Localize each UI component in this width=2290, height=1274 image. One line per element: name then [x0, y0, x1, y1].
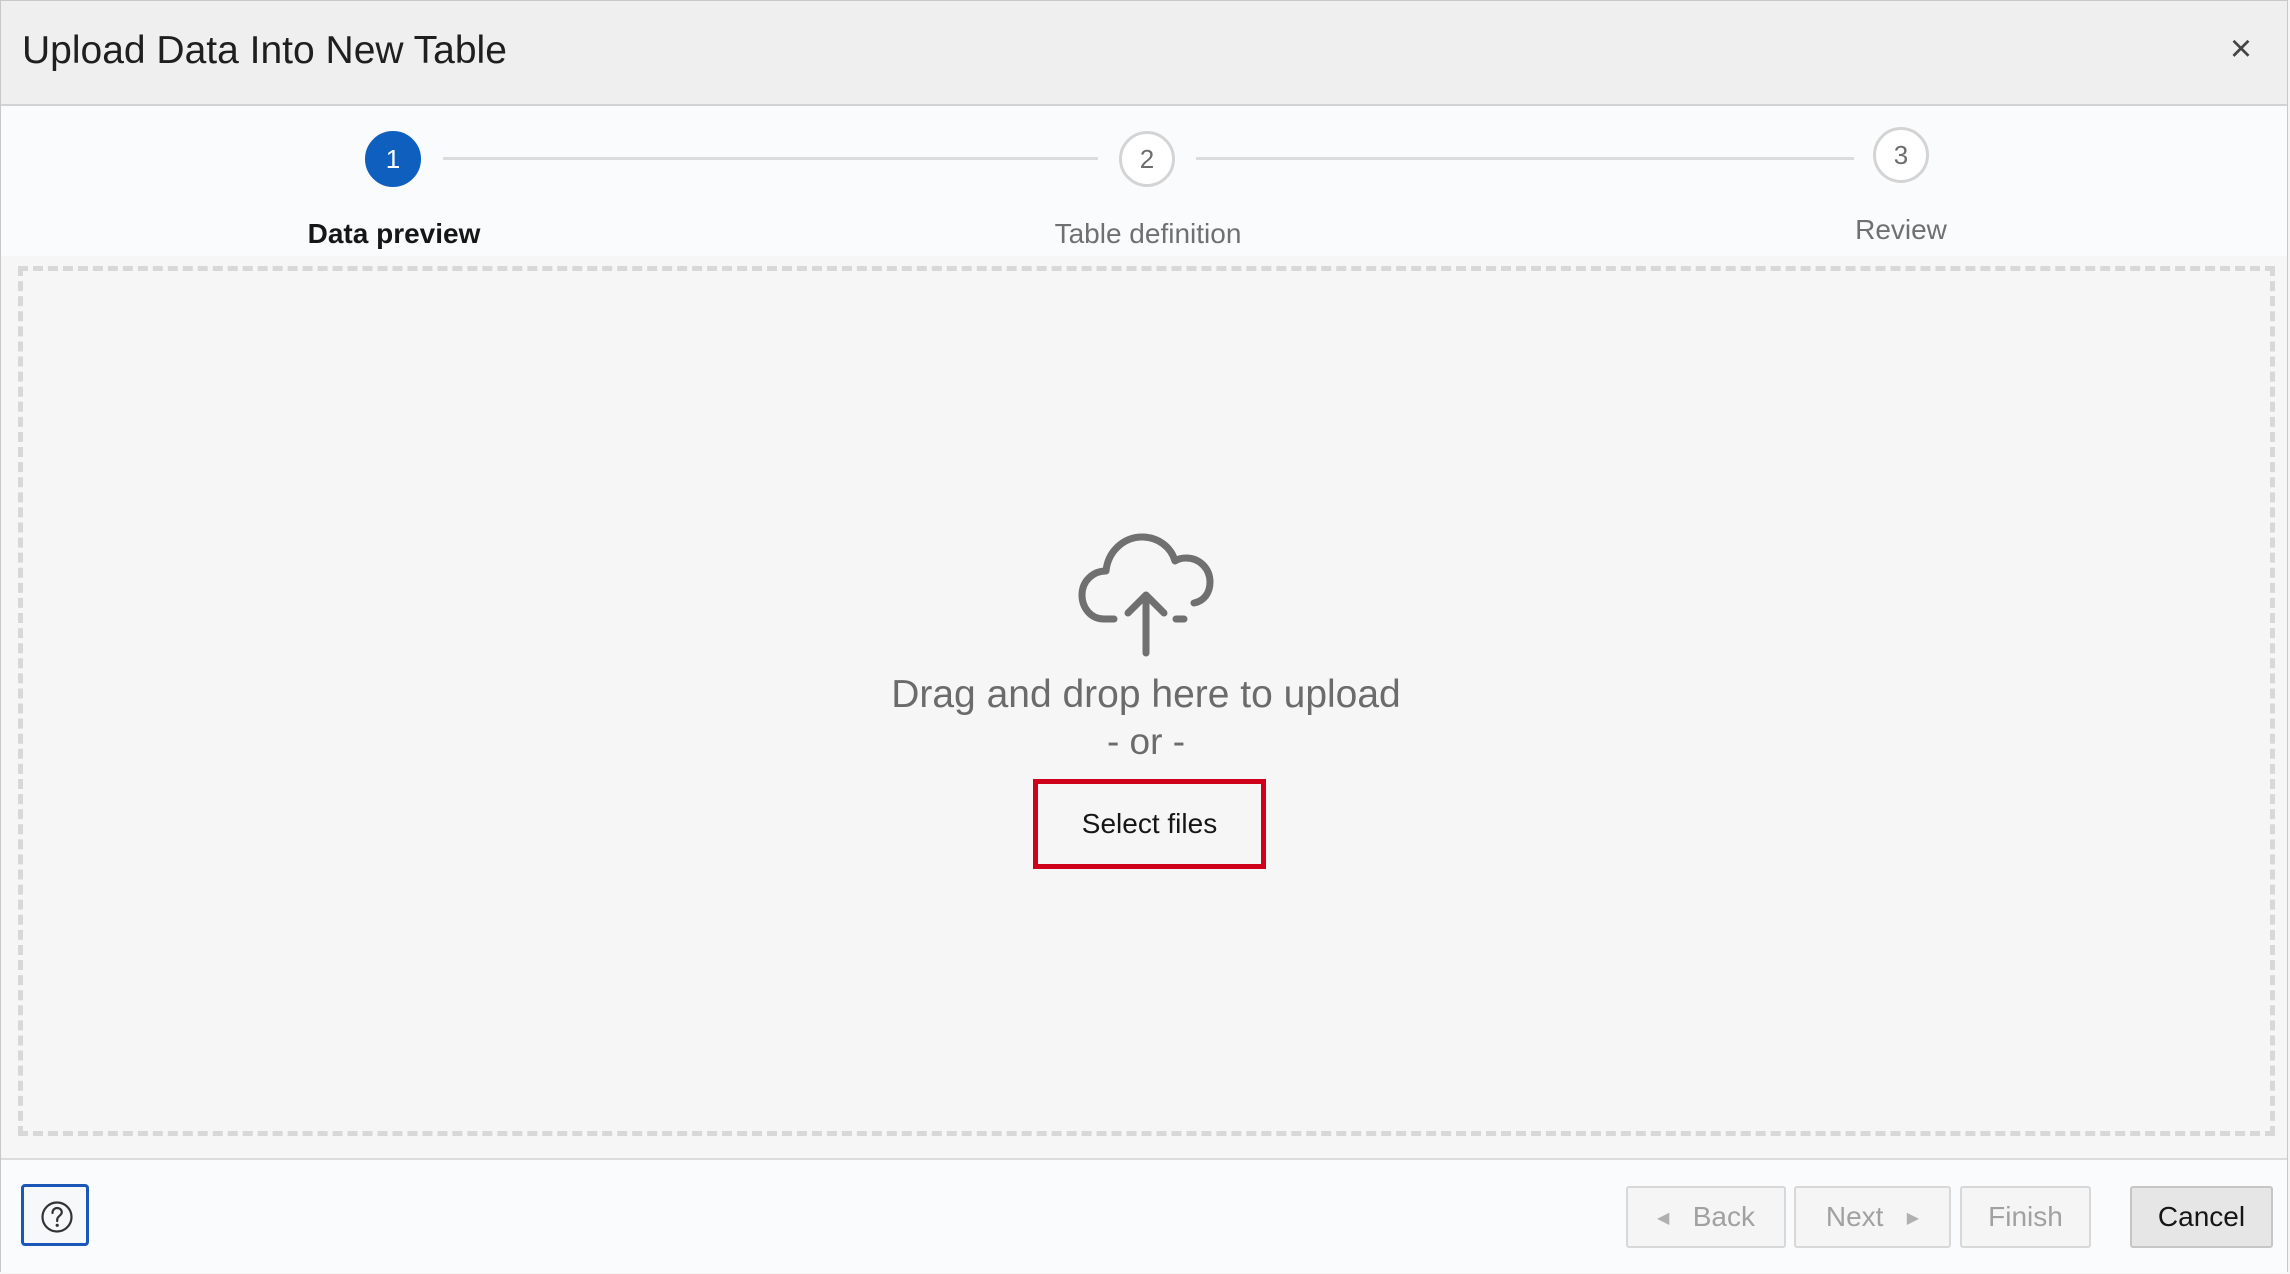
step-2-indicator[interactable]: 2: [1119, 131, 1175, 187]
step-2-label[interactable]: Table definition: [988, 218, 1308, 250]
step-3-indicator[interactable]: 3: [1873, 127, 1929, 183]
next-button[interactable]: Next ▶: [1794, 1186, 1951, 1248]
step-3-label[interactable]: Review: [1741, 214, 2061, 246]
back-button-label: Back: [1692, 1201, 1755, 1232]
dropzone-or-separator: - or -: [1106, 721, 1186, 762]
finish-button[interactable]: Finish: [1960, 1186, 2091, 1248]
help-button[interactable]: [21, 1184, 89, 1246]
step-train: 1 2 3 Data preview Table definition Revi…: [1, 106, 2287, 256]
dialog-footer: ◀ Back Next ▶ Finish Cancel: [1, 1158, 2287, 1273]
next-button-label: Next: [1825, 1201, 1884, 1232]
dialog-title: Upload Data Into New Table: [22, 29, 507, 72]
cancel-button[interactable]: Cancel: [2130, 1186, 2273, 1248]
dropzone-instructions: Drag and drop here to upload: [891, 673, 1401, 716]
step-1-indicator[interactable]: 1: [365, 131, 421, 187]
question-circle-icon: [41, 1201, 73, 1233]
chevron-left-icon: ◀: [1657, 1210, 1670, 1227]
step-connector-2-3: [1196, 157, 1854, 160]
step-connector-1-2: [443, 157, 1098, 160]
cloud-upload-icon: [1078, 533, 1214, 657]
close-icon[interactable]: ×: [2219, 27, 2263, 71]
chevron-right-icon: ▶: [1906, 1210, 1920, 1227]
dialog-header: Upload Data Into New Table ×: [1, 1, 2287, 106]
select-files-button[interactable]: Select files: [1033, 779, 1266, 869]
back-button[interactable]: ◀ Back: [1626, 1186, 1786, 1248]
step-1-label[interactable]: Data preview: [234, 218, 554, 250]
upload-dialog: Upload Data Into New Table × 1 2 3 Data …: [0, 0, 2288, 1273]
